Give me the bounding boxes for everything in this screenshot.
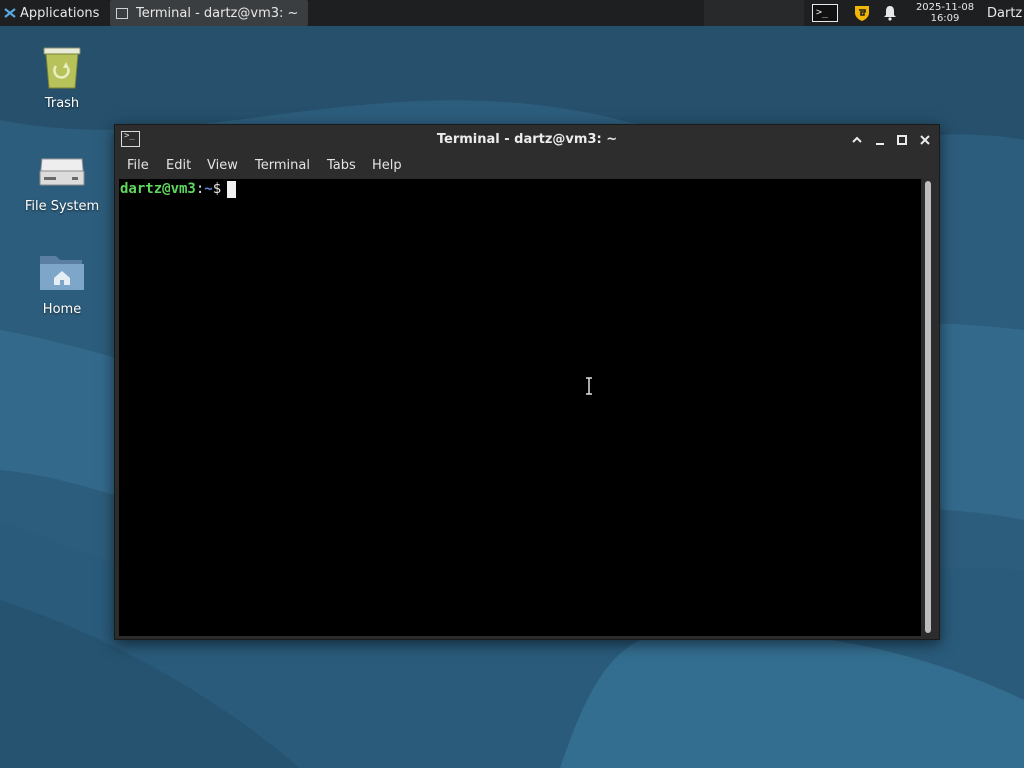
desktop-icon-label: File System <box>24 199 100 214</box>
xfce-logo-icon <box>4 8 16 18</box>
desktop-icon-file-system[interactable]: File System <box>12 147 112 214</box>
menu-terminal[interactable]: Terminal <box>255 158 310 173</box>
tray-terminal-launcher[interactable]: >_ <box>810 0 840 26</box>
menu-help[interactable]: Help <box>372 158 402 173</box>
user-label: Dartz <box>987 5 1023 21</box>
tray-shield-icon[interactable] <box>851 0 873 26</box>
clock-date: 2025-11-08 <box>915 2 975 13</box>
prompt-path: ~ <box>204 181 213 197</box>
window-titlebar[interactable]: >_ Terminal - dartz@vm3: ~ <box>115 125 939 155</box>
close-icon <box>920 135 930 145</box>
desktop-icon-label: Home <box>42 302 82 317</box>
top-panel: Applications Terminal - dartz@vm3: ~ >_ … <box>0 0 1024 26</box>
maximize-icon <box>897 135 907 145</box>
menu-view[interactable]: View <box>207 158 238 173</box>
desktop-icon-home[interactable]: Home <box>12 250 112 317</box>
minimize-button[interactable] <box>871 131 889 149</box>
text-cursor <box>227 181 237 198</box>
terminal-window: >_ Terminal - dartz@vm3: ~ File Edit Vie… <box>114 124 940 640</box>
notification-bell-button[interactable] <box>880 0 900 26</box>
menu-tabs[interactable]: Tabs <box>327 158 356 173</box>
panel-clock[interactable]: 2025-11-08 16:09 <box>905 0 985 26</box>
ibeam-cursor-icon <box>586 377 592 395</box>
trash-icon <box>38 44 86 92</box>
terminal-output-area[interactable]: dartz@vm3:~$ <box>119 179 921 636</box>
terminal-icon <box>116 7 128 19</box>
prompt-line: dartz@vm3:~$ <box>120 181 237 198</box>
scrollbar-thumb[interactable] <box>925 181 931 633</box>
user-menu-button[interactable]: Dartz <box>987 0 1024 26</box>
panel-spacer <box>704 0 804 26</box>
shield-icon <box>855 6 869 21</box>
window-title: Terminal - dartz@vm3: ~ <box>436 132 618 147</box>
menu-edit[interactable]: Edit <box>166 158 191 173</box>
scrollbar[interactable] <box>921 179 935 636</box>
minimize-icon <box>876 143 884 145</box>
close-button[interactable] <box>916 131 934 149</box>
terminal-launcher-icon: >_ <box>812 4 838 22</box>
desktop-icon-trash[interactable]: Trash <box>12 44 112 111</box>
drive-icon <box>38 147 86 195</box>
home-folder-icon <box>38 250 86 298</box>
chevron-up-icon <box>852 136 862 143</box>
applications-menu-button[interactable]: Applications <box>0 0 103 26</box>
taskbar-terminal-label: Terminal - dartz@vm3: ~ <box>136 5 299 21</box>
menubar: File Edit View Terminal Tabs Help <box>115 155 939 177</box>
desktop-icon-label: Trash <box>44 96 80 111</box>
prompt-user: dartz@vm3 <box>120 181 196 197</box>
prompt-symbol: $ <box>212 181 222 197</box>
taskbar-terminal-button[interactable]: Terminal - dartz@vm3: ~ <box>110 0 308 26</box>
menu-file[interactable]: File <box>127 158 149 173</box>
shade-button[interactable] <box>848 131 866 149</box>
clock-time: 16:09 <box>930 13 960 24</box>
applications-label: Applications <box>20 5 100 21</box>
maximize-button[interactable] <box>893 131 911 149</box>
bell-icon <box>884 6 896 21</box>
